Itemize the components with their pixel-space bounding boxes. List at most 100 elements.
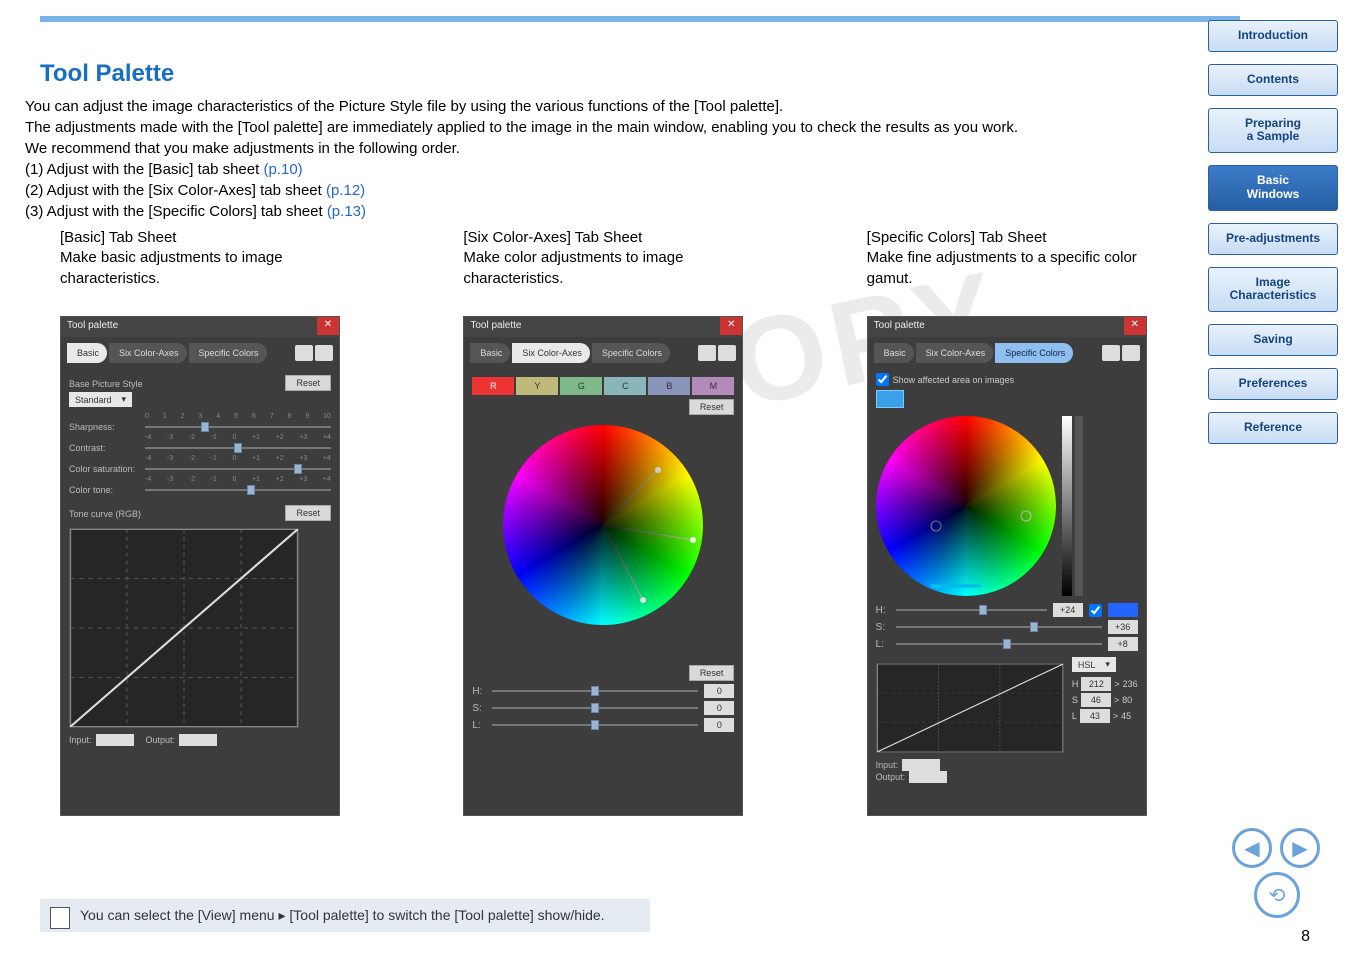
tab-r[interactable]: R: [472, 377, 514, 395]
return-icon[interactable]: ⟲: [1254, 872, 1300, 918]
colsat-label: Color saturation:: [69, 464, 139, 474]
tab-b[interactable]: B: [648, 377, 690, 395]
luminance-scroll[interactable]: [1075, 416, 1083, 596]
reset-button[interactable]: Reset: [689, 399, 735, 415]
spec-heading: [Specific Colors] Tab Sheet Make fine ad…: [867, 228, 1180, 302]
input-value[interactable]: [96, 734, 134, 746]
next-page-icon[interactable]: ▶: [1280, 828, 1320, 868]
palette-icon-2[interactable]: [718, 345, 736, 361]
show-affected-checkbox[interactable]: [876, 373, 889, 386]
h-value: 0: [704, 684, 734, 698]
tone-curve-box[interactable]: [69, 528, 299, 728]
palette-icon-1[interactable]: [295, 345, 313, 361]
basic-column: [Basic] Tab Sheet Make basic adjustments…: [60, 228, 373, 816]
spec-curve-box[interactable]: [876, 663, 1064, 753]
contrast-slider[interactable]: Contrast:: [69, 443, 331, 453]
basic-desc: Make basic adjustments to image characte…: [60, 248, 373, 289]
close-icon[interactable]: ✕: [1124, 317, 1146, 335]
nav-introduction[interactable]: Introduction: [1208, 20, 1338, 52]
palette-icon-2[interactable]: [1122, 345, 1140, 361]
close-icon[interactable]: ✕: [317, 317, 339, 335]
hsl-l-row[interactable]: L: 0: [472, 718, 734, 732]
tab-six[interactable]: Six Color-Axes: [916, 343, 994, 363]
nav-saving[interactable]: Saving: [1208, 324, 1338, 356]
reset-button[interactable]: Reset: [285, 375, 331, 391]
close-icon[interactable]: ✕: [720, 317, 742, 335]
spec-s-val: +36: [1108, 620, 1138, 634]
step-2-link[interactable]: (p.12): [326, 182, 365, 199]
page-nav-arrows: ◀ ▶: [1232, 828, 1320, 868]
h-label: H:: [876, 605, 890, 616]
nav-preferences[interactable]: Preferences: [1208, 368, 1338, 400]
arrow-icon: >: [1114, 695, 1119, 705]
step-1-link[interactable]: (p.10): [263, 161, 302, 178]
input-value[interactable]: [902, 759, 940, 771]
spec-l-a[interactable]: 43: [1080, 709, 1110, 723]
spec-wheel-wrap: [876, 412, 1138, 600]
spec-s-b: 80: [1122, 695, 1132, 705]
eyedropper-icon[interactable]: [876, 390, 904, 408]
spec-s-row[interactable]: S: +36: [876, 620, 1138, 634]
hsl-s-row[interactable]: S: 0: [472, 701, 734, 715]
base-ps-label: Base Picture Style: [69, 379, 143, 389]
preview-swatch: [1108, 603, 1138, 617]
palette-icon-pair: [295, 345, 333, 361]
preview-checkbox[interactable]: [1089, 604, 1102, 617]
nav-pre-adjustments[interactable]: Pre-adjustments: [1208, 223, 1338, 255]
spec-desc: Make fine adjustments to a specific colo…: [867, 248, 1180, 289]
luminance-bar[interactable]: [1062, 416, 1072, 596]
l-label: L:: [472, 720, 486, 731]
hsl-h-row[interactable]: H: 0: [472, 684, 734, 698]
six-tool-palette: Tool palette ✕ Basic Six Color-Axes Spec…: [463, 316, 743, 816]
hsl-mode-dropdown[interactable]: HSL ▾: [1072, 657, 1116, 672]
coltone-slider[interactable]: Color tone:: [69, 485, 331, 495]
spec-l-val: +8: [1108, 637, 1138, 651]
tab-m[interactable]: M: [692, 377, 734, 395]
tab-spec[interactable]: Specific Colors: [995, 343, 1073, 363]
nav-contents[interactable]: Contents: [1208, 64, 1338, 96]
coltone-ticks: -4-3-2-10+1+2+3+4: [145, 476, 331, 483]
tab-g[interactable]: G: [560, 377, 602, 395]
tab-basic[interactable]: Basic: [470, 343, 510, 363]
tab-c[interactable]: C: [604, 377, 646, 395]
h-label: H:: [472, 686, 486, 697]
spec-row-h-label: H: [1072, 679, 1079, 689]
spec-l-row[interactable]: L: +8: [876, 637, 1138, 651]
output-value[interactable]: [179, 734, 217, 746]
nav-basic-windows[interactable]: Basic Windows: [1208, 165, 1338, 211]
step-3: (3) Adjust with the [Specific Colors] ta…: [25, 201, 1180, 222]
tab-basic[interactable]: Basic: [874, 343, 914, 363]
step-2-text: (2) Adjust with the [Six Color-Axes] tab…: [25, 182, 326, 199]
prev-page-icon[interactable]: ◀: [1232, 828, 1272, 868]
palette-icon-1[interactable]: [698, 345, 716, 361]
color-wheel[interactable]: [503, 425, 703, 625]
tab-spec[interactable]: Specific Colors: [592, 343, 670, 363]
spec-color-wheel[interactable]: [876, 416, 1056, 596]
reset-hsl-button[interactable]: Reset: [689, 665, 735, 681]
base-ps-dropdown[interactable]: Standard ▾: [69, 392, 132, 407]
spec-column: [Specific Colors] Tab Sheet Make fine ad…: [867, 228, 1180, 816]
page-title: Tool Palette: [40, 60, 174, 88]
nav-reference[interactable]: Reference: [1208, 412, 1338, 444]
step-3-text: (3) Adjust with the [Specific Colors] ta…: [25, 203, 327, 220]
output-value[interactable]: [909, 771, 947, 783]
tab-spec[interactable]: Specific Colors: [189, 343, 267, 363]
tab-y[interactable]: Y: [516, 377, 558, 395]
step-3-link[interactable]: (p.13): [327, 203, 366, 220]
nav-preparing[interactable]: Preparing a Sample: [1208, 108, 1338, 154]
intro-line-2: The adjustments made with the [Tool pale…: [25, 117, 1180, 138]
tab-basic[interactable]: Basic: [67, 343, 107, 363]
tab-six[interactable]: Six Color-Axes: [512, 343, 590, 363]
footnote-rest: [Tool palette] to switch the [Tool palet…: [286, 907, 605, 923]
palette-icon-2[interactable]: [315, 345, 333, 361]
spec-h-row[interactable]: H: +24: [876, 603, 1138, 617]
sharpness-slider[interactable]: Sharpness:: [69, 422, 331, 432]
colsat-slider[interactable]: Color saturation:: [69, 464, 331, 474]
coltone-label: Color tone:: [69, 485, 139, 495]
spec-h-a[interactable]: 212: [1081, 677, 1111, 691]
reset-curve-button[interactable]: Reset: [285, 505, 331, 521]
tab-six[interactable]: Six Color-Axes: [109, 343, 187, 363]
nav-image-characteristics[interactable]: Image Characteristics: [1208, 267, 1338, 313]
spec-s-a[interactable]: 46: [1081, 693, 1111, 707]
palette-icon-1[interactable]: [1102, 345, 1120, 361]
